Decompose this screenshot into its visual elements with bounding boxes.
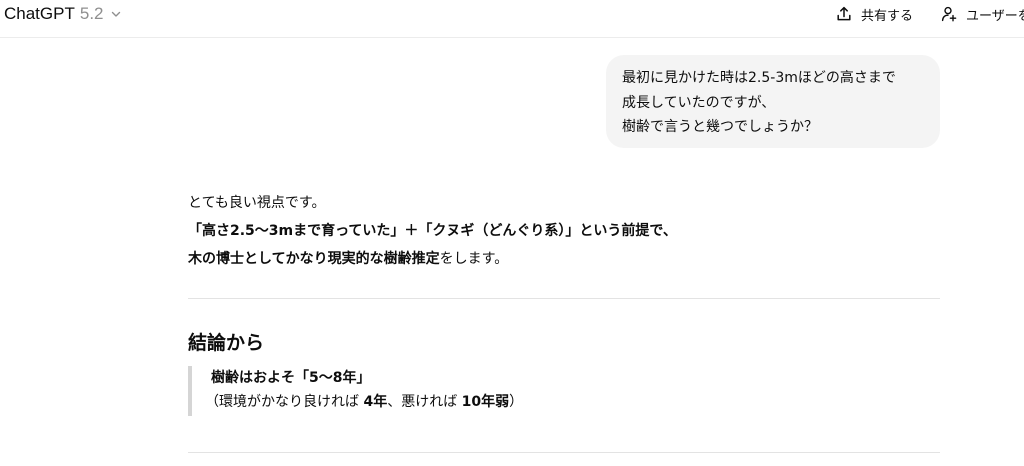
quote-detail-mid: 、悪ければ [387,394,462,410]
share-label: 共有する [861,8,914,24]
conclusion-blockquote: 樹齢はおよそ「5〜8年」 （環境がかなり良ければ 4年、悪ければ 10年弱） [188,366,688,416]
user-message-line: 成長していたのですが、 [622,94,776,111]
add-user-button[interactable]: ユーザーを [940,2,1024,26]
quote-detail-prefix: （環境がかなり良ければ [205,394,364,410]
user-message-line: 最初に見かけた時は2.5-3mほどの高さまで [622,70,896,86]
estimate-emphasis: 木の博士としてかなり現実的な樹齢推定 [188,251,440,267]
share-button[interactable]: 共有する [835,2,913,26]
divider [188,298,940,299]
estimate-rest: をします。 [439,251,509,267]
chevron-down-icon [110,8,122,20]
user-message-bubble: 最初に見かけた時は2.5-3mほどの高さまで 成長していたのですが、 樹齢で言う… [606,55,940,148]
quote-detail-suffix: ） [509,394,524,410]
quote-detail: （環境がかなり良ければ 4年、悪ければ 10年弱） [205,390,688,414]
quote-detail-good: 4年 [363,394,388,410]
share-upload-icon [835,5,853,23]
top-bar: ChatGPT 5.2 共有する ユーザーを [0,0,1024,38]
quote-detail-bad: 10年弱 [461,394,510,410]
quote-main: 樹齢はおよそ「5〜8年」 [211,370,371,386]
divider [188,452,940,453]
person-plus-icon [940,5,958,23]
assistant-estimate: 木の博士としてかなり現実的な樹齢推定をします。 [188,248,508,268]
user-message-line: 樹齢で言うと幾つでしょうか？ [622,119,818,135]
assistant-intro: とても良い視点です。 [188,195,326,211]
assistant-premise: 「高さ2.5〜3mまで育っていた」＋「クヌギ（どんぐり系）」という前提で、 [188,223,677,239]
section-heading: 結論から [188,332,265,354]
add-user-label: ユーザーを [966,8,1024,24]
model-name: ChatGPT [4,4,75,23]
model-switcher[interactable]: ChatGPT 5.2 [4,2,122,26]
model-version: 5.2 [79,4,104,23]
